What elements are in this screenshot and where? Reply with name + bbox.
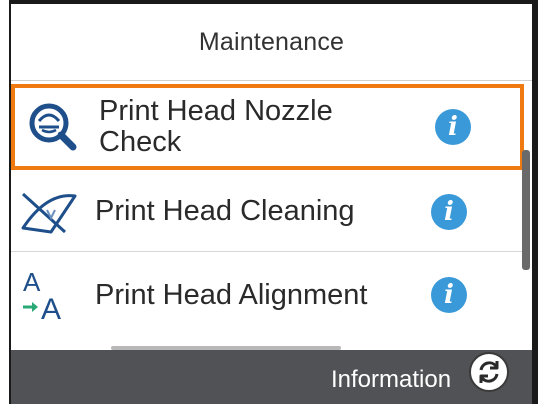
menu-item-label: Print Head Nozzle Check xyxy=(99,95,333,158)
refresh-icon[interactable] xyxy=(469,352,509,392)
head-alignment-icon: A A xyxy=(17,263,81,327)
information-label[interactable]: Information xyxy=(331,366,451,394)
scrollbar-thumb[interactable] xyxy=(522,150,530,270)
menu-item-nozzle-check[interactable]: Print Head Nozzle Check i xyxy=(11,84,524,170)
info-icon[interactable]: i xyxy=(435,109,471,145)
menu-item-head-cleaning[interactable]: Print Head Cleaning i xyxy=(11,172,524,252)
nozzle-check-icon xyxy=(21,95,85,159)
menu-item-head-alignment[interactable]: A A Print Head Alignment i xyxy=(11,253,524,337)
printer-lcd-screen: Maintenance Print Head Nozzle Check i Pr… xyxy=(0,0,538,404)
screen-bezel-left xyxy=(0,0,11,404)
info-icon[interactable]: i xyxy=(431,277,467,313)
list-item-partial[interactable] xyxy=(11,338,532,350)
svg-text:A: A xyxy=(23,267,41,297)
page-title: Maintenance xyxy=(198,27,345,56)
menu-item-label: Print Head Cleaning xyxy=(95,195,355,227)
title-bar: Maintenance xyxy=(11,4,532,81)
footer-bar: Information xyxy=(11,350,532,404)
menu-item-label: Print Head Alignment xyxy=(95,278,368,311)
info-icon[interactable]: i xyxy=(431,193,467,230)
screen-bezel-right xyxy=(532,0,538,404)
head-cleaning-icon xyxy=(17,180,81,244)
svg-text:A: A xyxy=(41,293,61,325)
